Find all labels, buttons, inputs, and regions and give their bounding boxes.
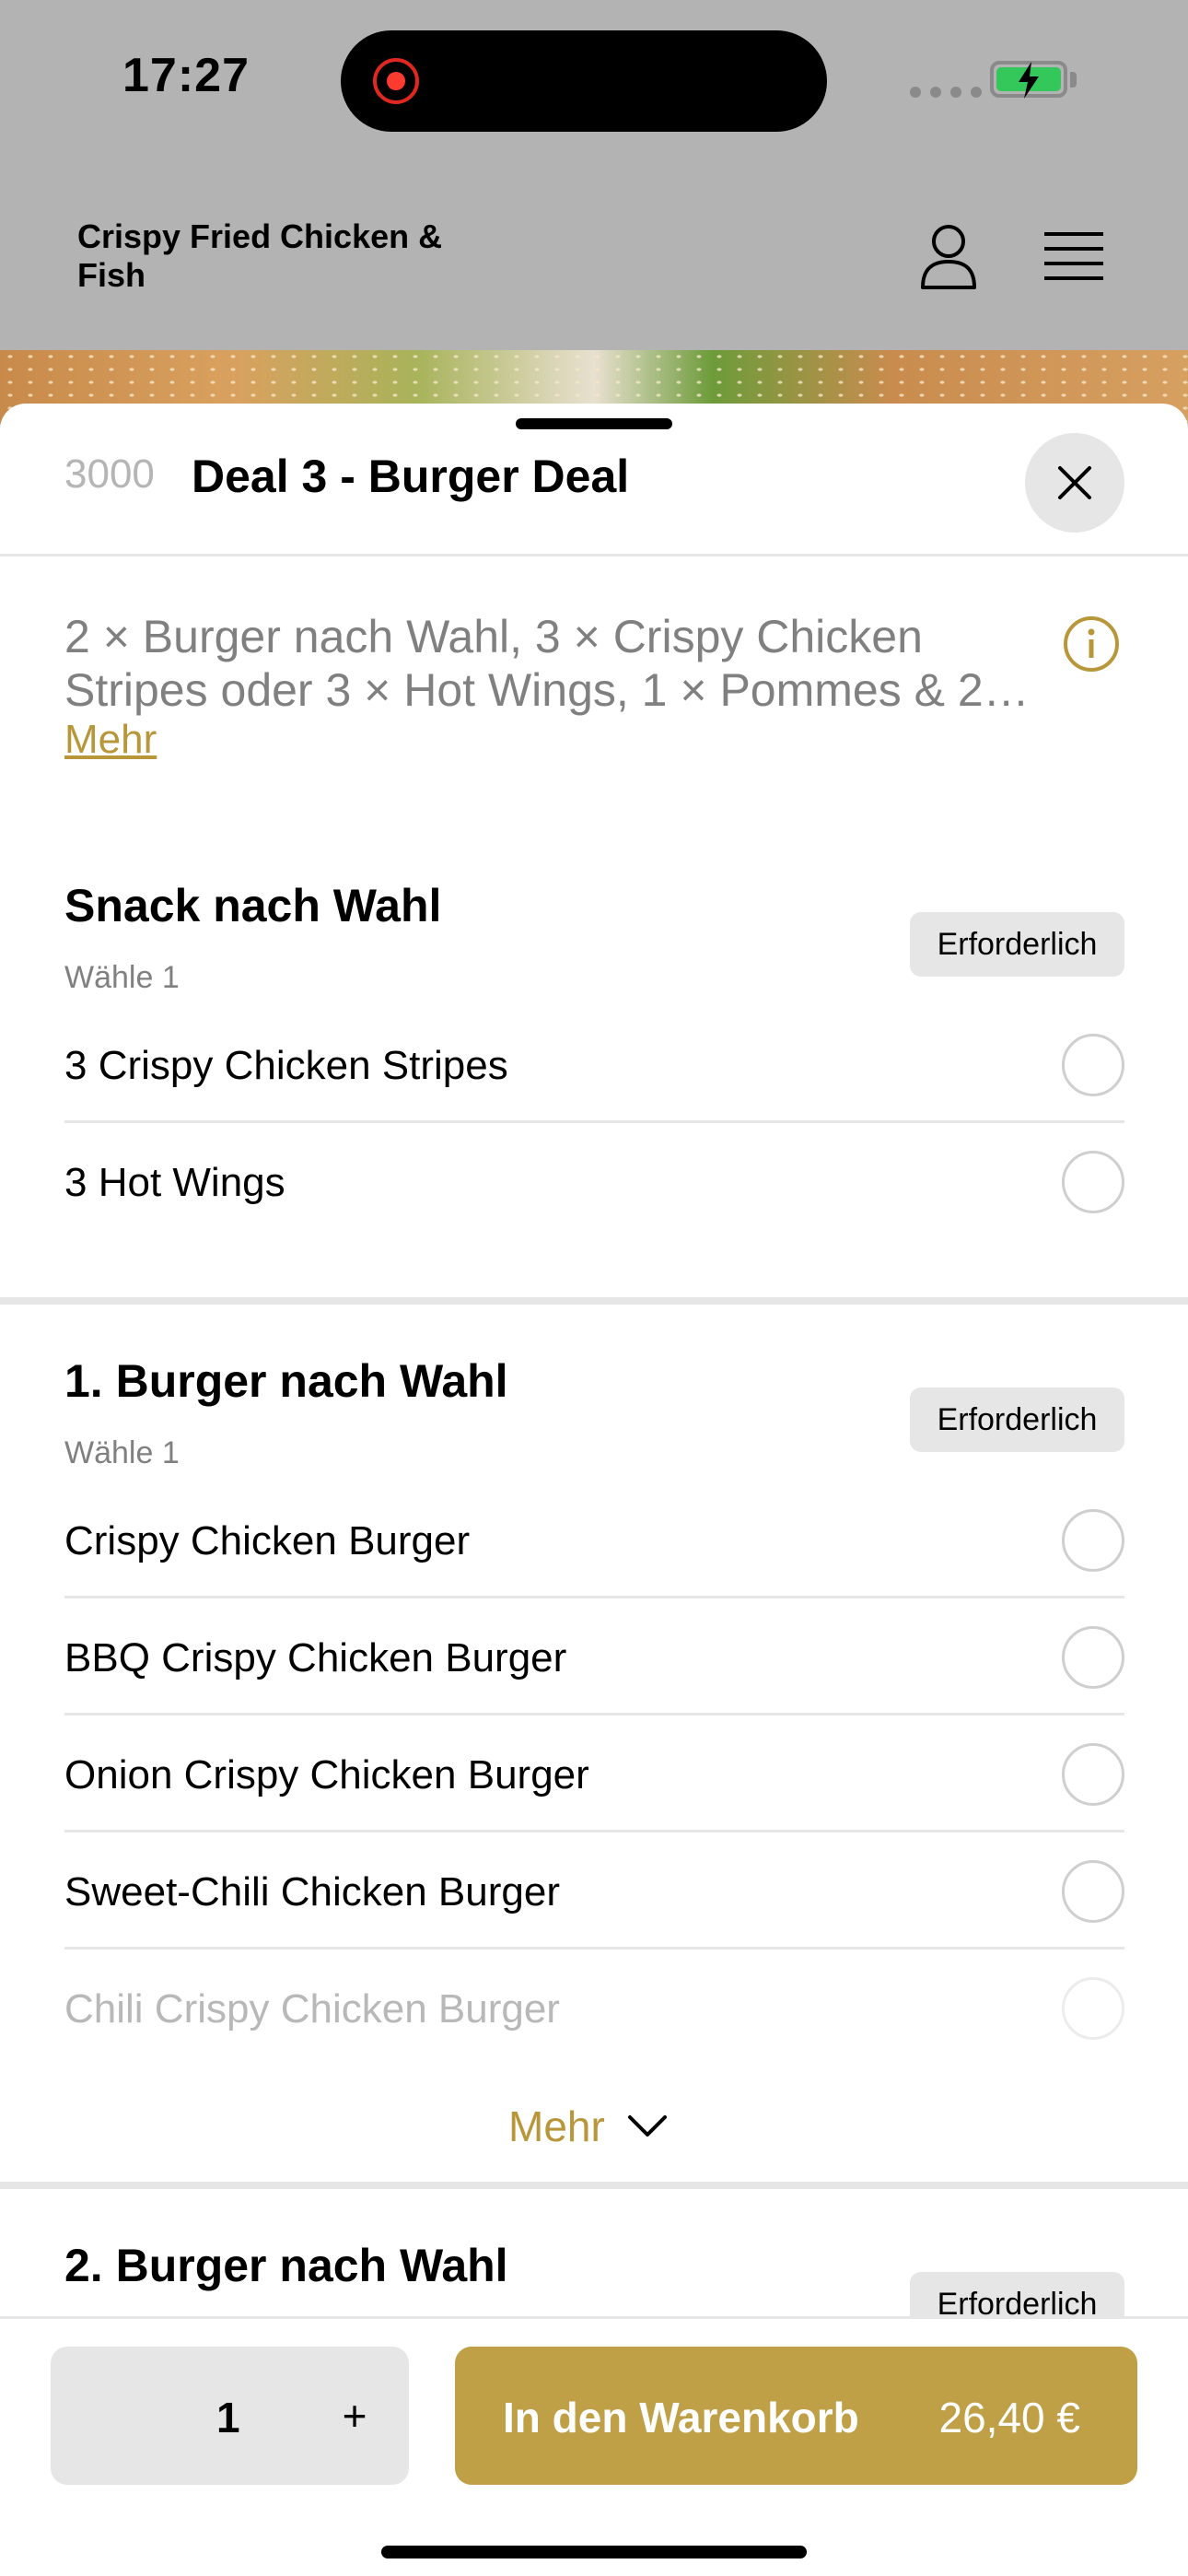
status-bar: 17:27 xyxy=(0,0,1188,166)
close-button[interactable] xyxy=(1025,433,1124,533)
group-title-burger-2: 2. Burger nach Wahl xyxy=(64,2240,508,2291)
option-crispy-stripes[interactable]: 3 Crispy Chicken Stripes xyxy=(64,1006,1124,1123)
group-title-snack: Snack nach Wahl xyxy=(64,880,442,931)
radio-button[interactable] xyxy=(1062,1034,1124,1096)
bottom-action-bar: 1 + In den Warenkorb 26,40 € xyxy=(0,2316,1188,2576)
quantity-plus-button[interactable]: + xyxy=(327,2382,382,2450)
group-subtitle-burger-1: Wähle 1 xyxy=(64,1435,180,1470)
description-more-link[interactable]: Mehr xyxy=(64,717,157,763)
record-icon xyxy=(373,58,419,104)
option-chili-burger[interactable]: Chili Crispy Chicken Burger xyxy=(64,1950,1124,2067)
menu-icon[interactable] xyxy=(1044,230,1103,280)
radio-button[interactable] xyxy=(1062,1977,1124,2040)
option-hot-wings[interactable]: 3 Hot Wings xyxy=(64,1123,1124,1240)
item-detail-sheet: 3000 Deal 3 - Burger Deal 2 × Burger nac… xyxy=(0,404,1188,2576)
radio-button[interactable] xyxy=(1062,1860,1124,1923)
add-to-cart-label: In den Warenkorb xyxy=(503,2394,859,2441)
dynamic-island xyxy=(341,30,827,132)
radio-button[interactable] xyxy=(1062,1151,1124,1213)
item-number: 3000 xyxy=(64,451,155,497)
app-header: Crispy Fried Chicken & Fish xyxy=(0,166,1188,350)
required-badge: Erforderlich xyxy=(910,912,1124,977)
restaurant-name[interactable]: Crispy Fried Chicken & Fish xyxy=(77,217,464,295)
expand-more-button[interactable]: Mehr xyxy=(508,2099,668,2154)
group-title-burger-1: 1. Burger nach Wahl xyxy=(64,1355,508,1407)
required-badge: Erforderlich xyxy=(910,1388,1124,1452)
expand-more-label: Mehr xyxy=(508,2102,605,2150)
item-title: Deal 3 - Burger Deal xyxy=(192,451,630,502)
option-bbq-burger[interactable]: BBQ Crispy Chicken Burger xyxy=(64,1598,1124,1715)
group-subtitle-snack: Wähle 1 xyxy=(64,960,180,995)
radio-button[interactable] xyxy=(1062,1743,1124,1806)
radio-button[interactable] xyxy=(1062,1509,1124,1572)
section-divider xyxy=(0,2182,1188,2189)
option-label: 3 Crispy Chicken Stripes xyxy=(64,1043,508,1088)
option-label: Onion Crispy Chicken Burger xyxy=(64,1752,589,1797)
status-time: 17:27 xyxy=(122,49,250,102)
add-to-cart-button[interactable]: In den Warenkorb 26,40 € xyxy=(455,2347,1137,2485)
option-label: Sweet-Chili Chicken Burger xyxy=(64,1869,560,1914)
option-crispy-chicken-burger[interactable]: Crispy Chicken Burger xyxy=(64,1481,1124,1598)
battery-cap xyxy=(1070,72,1077,88)
radio-button[interactable] xyxy=(1062,1626,1124,1689)
option-label: 3 Hot Wings xyxy=(64,1160,285,1205)
option-label: Chili Crispy Chicken Burger xyxy=(64,1986,560,2032)
item-description: 2 × Burger nach Wahl, 3 × Crispy Chicken… xyxy=(64,611,984,716)
home-indicator[interactable] xyxy=(381,2546,807,2558)
section-divider xyxy=(0,1297,1188,1305)
option-label: Crispy Chicken Burger xyxy=(64,1518,471,1563)
chevron-down-icon xyxy=(627,2115,667,2137)
option-sweet-chili-burger[interactable]: Sweet-Chili Chicken Burger xyxy=(64,1832,1124,1950)
option-label: BBQ Crispy Chicken Burger xyxy=(64,1635,567,1680)
user-icon[interactable] xyxy=(919,223,978,289)
cart-price: 26,40 € xyxy=(938,2394,1080,2441)
option-onion-burger[interactable]: Onion Crispy Chicken Burger xyxy=(64,1715,1124,1832)
signal-icon xyxy=(910,87,982,98)
battery-icon xyxy=(990,61,1067,99)
quantity-value: 1 xyxy=(216,2394,240,2441)
close-icon xyxy=(1058,466,1091,499)
info-icon[interactable] xyxy=(1063,615,1120,673)
sheet-header: 3000 Deal 3 - Burger Deal xyxy=(0,404,1188,556)
quantity-stepper: 1 + xyxy=(51,2347,409,2485)
